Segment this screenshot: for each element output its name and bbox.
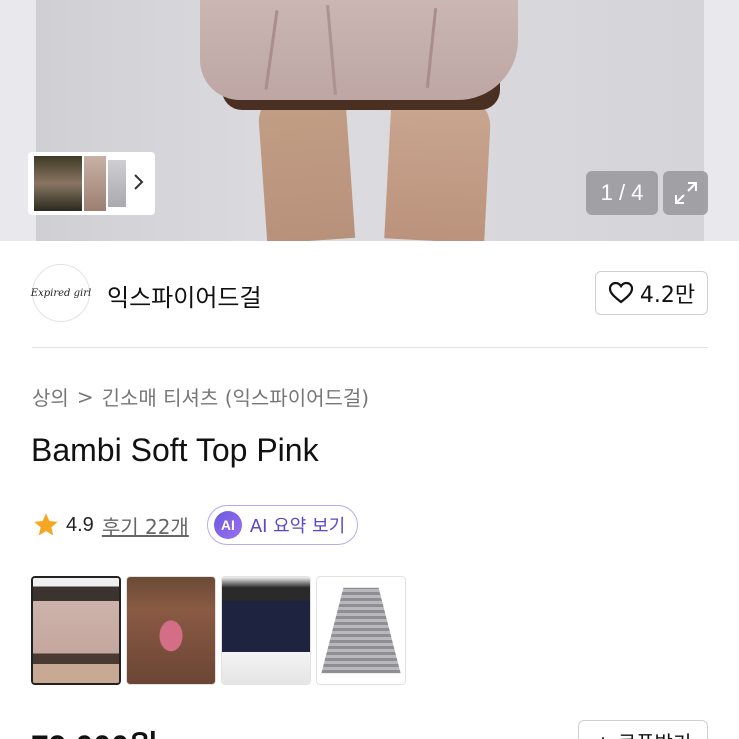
rating-row: 4.9 후기 22개 AI AI 요약 보기 [32, 505, 359, 545]
like-button[interactable]: 4.2만 [595, 271, 708, 315]
heart-icon [608, 281, 633, 304]
expand-button[interactable] [663, 171, 708, 215]
option-thumbnail[interactable] [126, 576, 216, 685]
option-thumbnail[interactable] [316, 576, 406, 685]
model-leg-left [256, 87, 356, 241]
model-leg-right [384, 92, 492, 241]
ai-summary-label: AI 요약 보기 [249, 516, 346, 537]
model-top-hem [200, 0, 518, 100]
breadcrumb-separator: > [76, 384, 94, 409]
image-counter: 1 / 4 [586, 171, 658, 215]
reviews-link[interactable]: 후기 22개 [102, 511, 189, 540]
shop-name[interactable]: 익스파이어드걸 [107, 278, 262, 313]
option-thumbnail[interactable] [31, 576, 121, 685]
price: 79,000원 [31, 722, 158, 739]
coupon-button[interactable]: + 쿠폰받기 [578, 720, 708, 739]
shop-logo-text: Expired girl [30, 287, 92, 299]
ai-badge-icon: AI [213, 511, 242, 539]
gallery-thumbnail[interactable] [84, 156, 106, 211]
product-title: Bambi Soft Top Pink [31, 432, 319, 468]
breadcrumb: 상의 > 긴소매 티셔츠 (익스파이어드걸) [32, 382, 369, 411]
product-image-gallery[interactable]: 1 / 4 [0, 0, 739, 241]
breadcrumb-subcategory[interactable]: 긴소매 티셔츠 (익스파이어드걸) [102, 382, 370, 411]
star-icon [34, 513, 58, 536]
option-thumbnails [31, 576, 406, 685]
expand-icon [674, 182, 697, 204]
ai-summary-button[interactable]: AI AI 요약 보기 [206, 505, 359, 545]
option-thumbnail[interactable] [221, 576, 311, 685]
shop-logo[interactable]: Expired girl [30, 264, 92, 322]
rating-score: 4.9 [66, 513, 94, 536]
gallery-thumbnail[interactable] [34, 156, 82, 211]
breadcrumb-category[interactable]: 상의 [32, 382, 69, 411]
like-count: 4.2만 [639, 283, 696, 308]
divider [32, 347, 708, 348]
gallery-thumbnail-strip[interactable] [28, 152, 155, 215]
gallery-thumbnail[interactable] [108, 160, 126, 207]
chevron-right-icon[interactable] [132, 172, 146, 197]
